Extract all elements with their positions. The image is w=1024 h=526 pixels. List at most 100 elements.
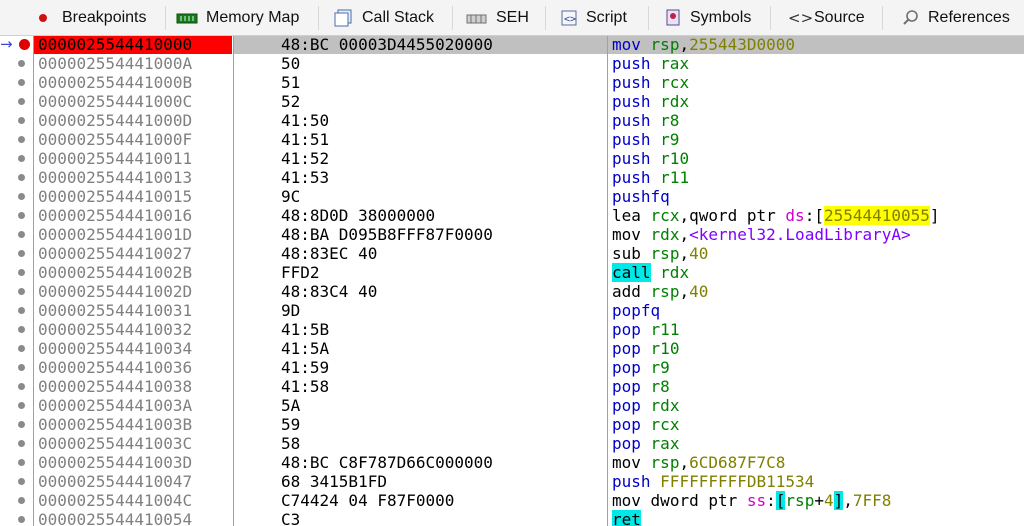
breakpoint-gutter[interactable] bbox=[0, 244, 33, 263]
mnemonic: push bbox=[612, 111, 651, 130]
disasm-row[interactable]: 0000025544410047 68 3415B1FD push FFFFFFFF… bbox=[0, 472, 1024, 491]
breakpoint-dot-icon[interactable] bbox=[18, 174, 25, 181]
breakpoint-dot-icon[interactable] bbox=[18, 250, 25, 257]
breakpoint-dot-icon[interactable] bbox=[18, 364, 25, 371]
breakpoint-gutter[interactable]: → bbox=[0, 36, 33, 54]
breakpoint-gutter[interactable] bbox=[0, 320, 33, 339]
breakpoint-gutter[interactable] bbox=[0, 168, 33, 187]
tab-memory-map[interactable]: Memory Map bbox=[176, 0, 299, 36]
disasm-row[interactable]: 0000025544410038 41:58 pop r8 bbox=[0, 377, 1024, 396]
mnemonic: push bbox=[612, 168, 651, 187]
disasm-row[interactable]: 000002554441001D 48:BA D095B8FFF87F0000 mo… bbox=[0, 225, 1024, 244]
breakpoint-gutter[interactable] bbox=[0, 453, 33, 472]
breakpoint-dot-icon[interactable] bbox=[18, 383, 25, 390]
tab-symbols[interactable]: Symbols bbox=[664, 0, 751, 36]
mnemonic: mov bbox=[612, 36, 641, 54]
disasm-row[interactable]: 0000025544410031 9D popfq bbox=[0, 301, 1024, 320]
disasm-row[interactable]: 000002554441000C 52 push rdx bbox=[0, 92, 1024, 111]
breakpoint-dot-icon[interactable] bbox=[18, 421, 25, 428]
disasm-row[interactable]: 0000025544410027 48:83EC 40 sub rsp,40 bbox=[0, 244, 1024, 263]
breakpoint-dot-icon[interactable] bbox=[18, 212, 25, 219]
disasm-row[interactable]: 000002554441002D 48:83C4 40 add rsp,40 bbox=[0, 282, 1024, 301]
instruction-cell: call rdx bbox=[612, 263, 689, 282]
breakpoint-dot-icon[interactable] bbox=[18, 307, 25, 314]
breakpoint-gutter[interactable] bbox=[0, 510, 33, 526]
breakpoint-dot-icon[interactable] bbox=[18, 326, 25, 333]
tab-breakpoints[interactable]: Breakpoints bbox=[36, 0, 147, 36]
disasm-row[interactable]: → 0000025544410000 48:BC 00003D4455020000 m… bbox=[0, 36, 1024, 54]
disasm-row[interactable]: 0000025544410011 41:52 push r10 bbox=[0, 149, 1024, 168]
breakpoint-dot-icon[interactable] bbox=[18, 193, 25, 200]
disasm-row[interactable]: 0000025544410015 9C pushfq bbox=[0, 187, 1024, 206]
breakpoint-dot-icon[interactable] bbox=[18, 497, 25, 504]
breakpoint-dot-icon[interactable] bbox=[18, 288, 25, 295]
breakpoint-gutter[interactable] bbox=[0, 339, 33, 358]
mnemonic: pop bbox=[612, 358, 641, 377]
breakpoint-dot-icon[interactable] bbox=[18, 478, 25, 485]
breakpoint-active-icon[interactable] bbox=[19, 39, 30, 50]
disasm-row[interactable]: 000002554441003A 5A pop rdx bbox=[0, 396, 1024, 415]
breakpoint-gutter[interactable] bbox=[0, 187, 33, 206]
instruction-cell: mov rdx,<kernel32.LoadLibraryA> bbox=[612, 225, 911, 244]
breakpoint-dot-icon[interactable] bbox=[18, 231, 25, 238]
breakpoint-dot-icon[interactable] bbox=[18, 459, 25, 466]
operand-token: , bbox=[679, 225, 690, 244]
breakpoint-gutter[interactable] bbox=[0, 92, 33, 111]
breakpoint-gutter[interactable] bbox=[0, 358, 33, 377]
disasm-row[interactable]: 0000025544410032 41:5B pop r11 bbox=[0, 320, 1024, 339]
breakpoint-gutter[interactable] bbox=[0, 282, 33, 301]
breakpoint-gutter[interactable] bbox=[0, 225, 33, 244]
breakpoint-dot-icon[interactable] bbox=[18, 98, 25, 105]
breakpoint-dot-icon[interactable] bbox=[18, 136, 25, 143]
source-brackets-icon: <> bbox=[788, 9, 814, 27]
breakpoint-dot-icon[interactable] bbox=[18, 516, 25, 523]
disasm-row[interactable]: 0000025544410034 41:5A pop r10 bbox=[0, 339, 1024, 358]
disasm-row[interactable]: 000002554441003D 48:BC C8F787D66C000000 mo… bbox=[0, 453, 1024, 472]
disasm-row[interactable]: 0000025544410013 41:53 push r11 bbox=[0, 168, 1024, 187]
breakpoint-dot-icon[interactable] bbox=[18, 155, 25, 162]
operand-token: r9 bbox=[650, 358, 670, 377]
disasm-row[interactable]: 000002554441000F 41:51 push r9 bbox=[0, 130, 1024, 149]
breakpoint-gutter[interactable] bbox=[0, 54, 33, 73]
disasm-row[interactable]: 0000025544410054 C3 ret bbox=[0, 510, 1024, 526]
breakpoint-dot-icon[interactable] bbox=[18, 79, 25, 86]
instruction-cell: push r8 bbox=[612, 111, 679, 130]
disasm-row[interactable]: 000002554441004C C74424 04 F87F0000 mov dw… bbox=[0, 491, 1024, 510]
breakpoint-gutter[interactable] bbox=[0, 301, 33, 320]
breakpoint-dot-icon[interactable] bbox=[18, 402, 25, 409]
address-cell: 0000025544410031 bbox=[34, 301, 232, 320]
breakpoint-gutter[interactable] bbox=[0, 415, 33, 434]
breakpoint-gutter[interactable] bbox=[0, 434, 33, 453]
breakpoint-gutter[interactable] bbox=[0, 130, 33, 149]
tab-source[interactable]: <> Source bbox=[788, 0, 865, 36]
breakpoint-dot-icon[interactable] bbox=[18, 117, 25, 124]
bytes-cell: 41:53 bbox=[281, 168, 330, 187]
disassembly-view[interactable]: → 0000025544410000 48:BC 00003D4455020000 m… bbox=[0, 36, 1024, 526]
disasm-row[interactable]: 0000025544410016 48:8D0D 38000000 lea rcx,… bbox=[0, 206, 1024, 225]
disasm-row[interactable]: 000002554441000B 51 push rcx bbox=[0, 73, 1024, 92]
tab-call-stack[interactable]: Call Stack bbox=[332, 0, 434, 36]
breakpoint-gutter[interactable] bbox=[0, 396, 33, 415]
breakpoint-dot-icon[interactable] bbox=[18, 345, 25, 352]
breakpoint-gutter[interactable] bbox=[0, 111, 33, 130]
disasm-row[interactable]: 000002554441002B FFD2 call rdx bbox=[0, 263, 1024, 282]
tab-script[interactable]: <> Script bbox=[560, 0, 627, 36]
disasm-row[interactable]: 000002554441003B 59 pop rcx bbox=[0, 415, 1024, 434]
operand-token: rdx bbox=[650, 225, 680, 244]
breakpoint-dot-icon[interactable] bbox=[18, 269, 25, 276]
breakpoint-gutter[interactable] bbox=[0, 263, 33, 282]
breakpoint-gutter[interactable] bbox=[0, 206, 33, 225]
breakpoint-gutter[interactable] bbox=[0, 472, 33, 491]
breakpoint-dot-icon[interactable] bbox=[18, 440, 25, 447]
disasm-row[interactable]: 000002554441000A 50 push rax bbox=[0, 54, 1024, 73]
disasm-row[interactable]: 000002554441000D 41:50 push r8 bbox=[0, 111, 1024, 130]
tab-seh[interactable]: SEH bbox=[466, 0, 529, 36]
disasm-row[interactable]: 000002554441003C 58 pop rax bbox=[0, 434, 1024, 453]
breakpoint-dot-icon[interactable] bbox=[18, 60, 25, 67]
breakpoint-gutter[interactable] bbox=[0, 491, 33, 510]
breakpoint-gutter[interactable] bbox=[0, 377, 33, 396]
breakpoint-gutter[interactable] bbox=[0, 73, 33, 92]
tab-references[interactable]: References bbox=[902, 0, 1010, 36]
breakpoint-gutter[interactable] bbox=[0, 149, 33, 168]
disasm-row[interactable]: 0000025544410036 41:59 pop r9 bbox=[0, 358, 1024, 377]
